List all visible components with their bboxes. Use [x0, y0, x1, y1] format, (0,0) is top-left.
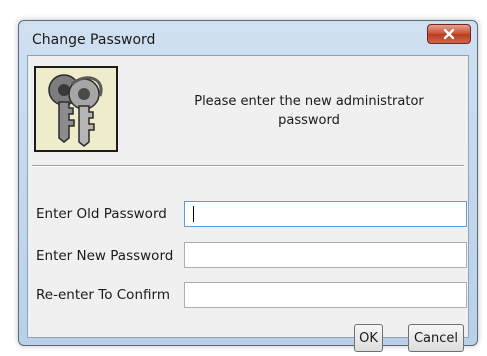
- dialog-content: Please enter the new administrator passw…: [27, 55, 469, 352]
- old-password-label: Enter Old Password: [36, 206, 167, 222]
- cancel-button[interactable]: Cancel: [408, 324, 464, 352]
- keys-icon: [34, 66, 118, 152]
- new-password-label: Enter New Password: [36, 248, 174, 264]
- new-password-field[interactable]: [184, 242, 467, 268]
- text-caret: [193, 206, 194, 222]
- confirm-password-label: Re-enter To Confirm: [36, 287, 170, 303]
- separator: [32, 165, 464, 167]
- close-icon: [443, 28, 455, 40]
- confirm-password-field[interactable]: [184, 282, 467, 308]
- ok-button[interactable]: OK: [354, 324, 383, 352]
- change-password-dialog: Change Password Please enter the new adm…: [18, 20, 478, 352]
- window-title: Change Password: [32, 32, 156, 48]
- old-password-field[interactable]: [184, 201, 467, 227]
- instruction-text: Please enter the new administrator passw…: [194, 94, 424, 128]
- close-button[interactable]: [427, 24, 471, 44]
- title-bar[interactable]: Change Password: [19, 21, 477, 53]
